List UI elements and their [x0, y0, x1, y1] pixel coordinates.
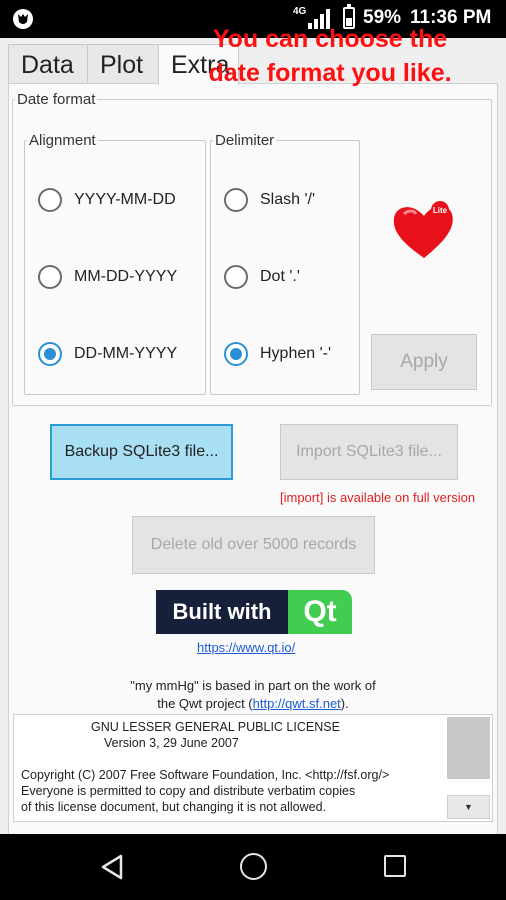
recent-apps-icon[interactable] — [384, 855, 406, 877]
radio-label: Hyphen '-' — [260, 345, 332, 362]
tab-plot[interactable]: Plot — [87, 44, 159, 83]
license-line: Copyright (C) 2007 Free Software Foundat… — [21, 768, 390, 782]
tab-data[interactable]: Data — [8, 44, 88, 83]
radio-label: DD-MM-YYYY — [74, 345, 178, 362]
delimiter-title: Delimiter — [213, 132, 277, 149]
radio-yyyy-mm-dd[interactable]: YYYY-MM-DD — [38, 188, 176, 212]
qt-logo[interactable]: Built with Qt — [156, 590, 352, 634]
import-note: [import] is available on full version — [280, 490, 476, 505]
radio-hyphen[interactable]: Hyphen '-' — [224, 342, 331, 366]
alignment-title: Alignment — [27, 132, 98, 149]
radio-button-icon[interactable] — [224, 265, 248, 289]
license-line: GNU LESSER GENERAL PUBLIC LICENSE — [91, 720, 340, 734]
license-line: Version 3, 29 June 2007 — [104, 736, 239, 750]
license-line: Everyone is permitted to copy and distri… — [21, 784, 356, 798]
scroll-down-arrow-icon[interactable]: ▼ — [447, 795, 490, 819]
license-spacer — [21, 751, 451, 767]
license-line: of this license document, but changing i… — [21, 800, 327, 814]
license-text: GNU LESSER GENERAL PUBLIC LICENSE Versio… — [21, 719, 451, 815]
heart-badge-text: Lite — [433, 206, 448, 215]
date-format-title: Date format — [15, 91, 98, 108]
radio-label: MM-DD-YYYY — [74, 268, 178, 285]
credit-line-1: "my mmHg" is based in part on the work o… — [130, 678, 376, 693]
built-with-label: Built with — [156, 590, 288, 634]
back-icon[interactable] — [100, 854, 124, 880]
scrollbar-thumb[interactable] — [447, 717, 490, 779]
overlay-line-2: date format you like. — [208, 59, 452, 87]
radio-slash[interactable]: Slash '/' — [224, 188, 315, 212]
radio-button-icon[interactable] — [38, 342, 62, 366]
license-textbox[interactable]: GNU LESSER GENERAL PUBLIC LICENSE Versio… — [13, 714, 493, 822]
radio-button-icon[interactable] — [38, 265, 62, 289]
radio-button-icon[interactable] — [224, 188, 248, 212]
radio-button-icon[interactable] — [38, 188, 62, 212]
home-icon[interactable] — [240, 853, 267, 880]
qt-mark: Qt — [288, 590, 352, 634]
overlay-annotation: You can choose the date format you like. — [180, 22, 480, 90]
radio-label: YYYY-MM-DD — [74, 191, 176, 208]
credit-suffix: ). — [340, 696, 349, 711]
heart-icon: Lite — [393, 201, 453, 258]
radio-label: Slash '/' — [260, 191, 316, 208]
radio-button-icon[interactable] — [224, 342, 248, 366]
app-notification-icon — [13, 9, 33, 29]
navigation-bar — [0, 834, 506, 900]
apply-button[interactable]: Apply — [371, 334, 477, 390]
radio-mm-dd-yyyy[interactable]: MM-DD-YYYY — [38, 265, 177, 289]
radio-label: Dot '.' — [260, 268, 300, 285]
qwt-link[interactable]: http://qwt.sf.net — [253, 696, 341, 711]
overlay-line-1: You can choose the — [212, 25, 448, 53]
credit-prefix: the Qwt project ( — [157, 696, 253, 711]
radio-dd-mm-yyyy[interactable]: DD-MM-YYYY — [38, 342, 177, 366]
network-type: 4G — [293, 6, 307, 17]
delete-old-records-button[interactable]: Delete old over 5000 records — [132, 516, 375, 574]
credit-line-2: the Qwt project (http://qwt.sf.net). — [0, 696, 506, 711]
radio-dot[interactable]: Dot '.' — [224, 265, 300, 289]
qt-link[interactable]: https://www.qt.io/ — [197, 640, 295, 655]
import-button[interactable]: Import SQLite3 file... — [280, 424, 458, 480]
backup-button[interactable]: Backup SQLite3 file... — [50, 424, 233, 480]
